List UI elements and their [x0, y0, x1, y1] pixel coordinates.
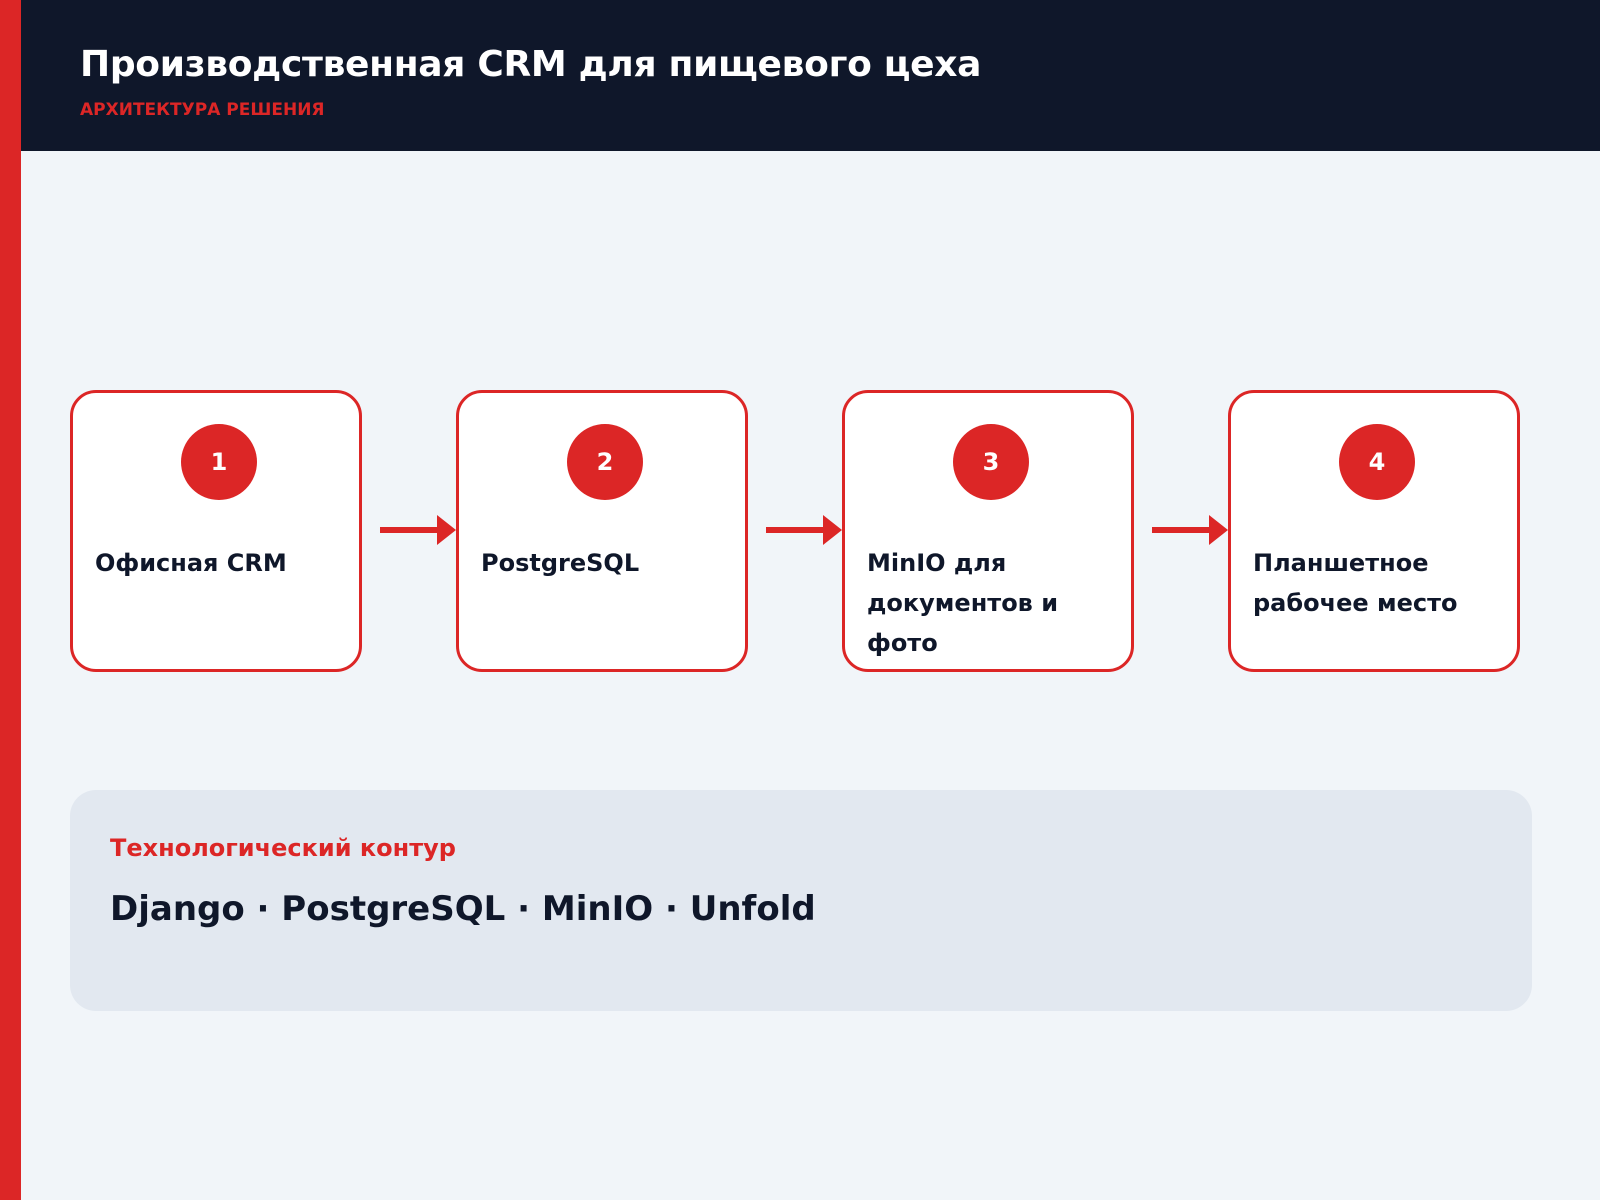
left-accent-bar	[0, 0, 21, 1200]
flow-step-4: 4 Планшетное рабочее место	[1228, 390, 1520, 672]
technology-panel: Технологический контур Django · PostgreS…	[70, 790, 1532, 1011]
arrow-right-icon	[380, 513, 456, 547]
flow-step-2: 2 PostgreSQL	[456, 390, 748, 672]
step-number-badge: 1	[181, 424, 257, 500]
step-number-badge: 2	[567, 424, 643, 500]
page-title: Производственная CRM для пищевого цеха	[80, 44, 982, 85]
flow-step-1: 1 Офисная CRM	[70, 390, 362, 672]
flow-step-3: 3 MinIO для документов и фото	[842, 390, 1134, 672]
step-label: PostgreSQL	[481, 549, 640, 577]
arrow-right-icon	[1152, 513, 1228, 547]
step-label: Планшетное рабочее место	[1253, 549, 1458, 617]
page-header: Производственная CRM для пищевого цеха А…	[21, 0, 1600, 151]
page-subtitle: АРХИТЕКТУРА РЕШЕНИЯ	[80, 100, 325, 120]
step-number-badge: 3	[953, 424, 1029, 500]
technology-heading: Технологический контур	[110, 834, 456, 862]
step-number-badge: 4	[1339, 424, 1415, 500]
arrow-right-icon	[766, 513, 842, 547]
step-label: MinIO для документов и фото	[867, 549, 1059, 657]
technology-stack: Django · PostgreSQL · MinIO · Unfold	[110, 889, 816, 929]
step-label: Офисная CRM	[95, 549, 287, 577]
architecture-flow: 1 Офисная CRM 2 PostgreSQL 3 MinIO для д…	[70, 390, 1526, 680]
